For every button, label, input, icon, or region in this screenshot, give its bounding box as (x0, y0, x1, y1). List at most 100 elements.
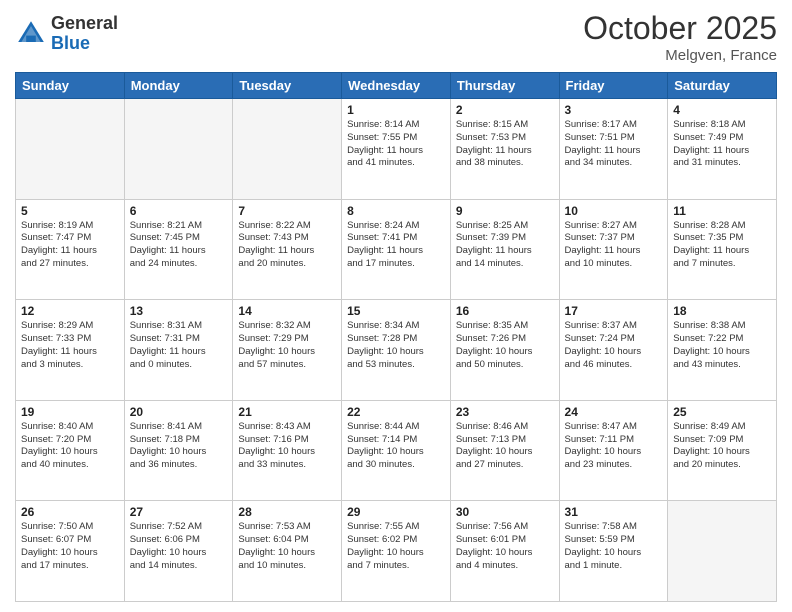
day-cell: 11 Sunrise: 8:28 AM Sunset: 7:35 PM Dayli… (668, 199, 777, 300)
day-number: 26 (21, 505, 119, 519)
day-number: 6 (130, 204, 228, 218)
title-block: October 2025 Melgven, France (583, 10, 777, 64)
day-cell: 4 Sunrise: 8:18 AM Sunset: 7:49 PM Daylig… (668, 99, 777, 200)
day-number: 31 (565, 505, 663, 519)
day-cell (16, 99, 125, 200)
day-info: Sunrise: 8:31 AM Sunset: 7:31 PM Dayligh… (130, 320, 228, 371)
day-number: 15 (347, 304, 445, 318)
day-info: Sunrise: 8:34 AM Sunset: 7:28 PM Dayligh… (347, 320, 445, 371)
day-number: 30 (456, 505, 554, 519)
logo-text: General Blue (51, 14, 118, 54)
day-info: Sunrise: 7:52 AM Sunset: 6:06 PM Dayligh… (130, 521, 228, 572)
day-number: 19 (21, 405, 119, 419)
day-header-tuesday: Tuesday (233, 73, 342, 99)
day-number: 2 (456, 103, 554, 117)
day-number: 5 (21, 204, 119, 218)
day-info: Sunrise: 8:25 AM Sunset: 7:39 PM Dayligh… (456, 220, 554, 271)
day-number: 23 (456, 405, 554, 419)
day-header-wednesday: Wednesday (342, 73, 451, 99)
day-number: 12 (21, 304, 119, 318)
day-number: 4 (673, 103, 771, 117)
day-header-sunday: Sunday (16, 73, 125, 99)
day-info: Sunrise: 8:21 AM Sunset: 7:45 PM Dayligh… (130, 220, 228, 271)
day-number: 18 (673, 304, 771, 318)
day-number: 11 (673, 204, 771, 218)
day-number: 9 (456, 204, 554, 218)
day-cell (124, 99, 233, 200)
day-number: 20 (130, 405, 228, 419)
day-info: Sunrise: 8:22 AM Sunset: 7:43 PM Dayligh… (238, 220, 336, 271)
day-number: 3 (565, 103, 663, 117)
day-number: 8 (347, 204, 445, 218)
day-cell: 12 Sunrise: 8:29 AM Sunset: 7:33 PM Dayli… (16, 300, 125, 401)
day-number: 17 (565, 304, 663, 318)
day-cell: 24 Sunrise: 8:47 AM Sunset: 7:11 PM Dayli… (559, 400, 668, 501)
day-info: Sunrise: 8:27 AM Sunset: 7:37 PM Dayligh… (565, 220, 663, 271)
day-cell: 13Sunrise: 8:31 AM Sunset: 7:31 PM Dayli… (124, 300, 233, 401)
day-number: 28 (238, 505, 336, 519)
logo: General Blue (15, 14, 118, 54)
page: General Blue October 2025 Melgven, Franc… (0, 0, 792, 612)
day-info: Sunrise: 8:17 AM Sunset: 7:51 PM Dayligh… (565, 119, 663, 170)
day-cell: 8 Sunrise: 8:24 AM Sunset: 7:41 PM Daylig… (342, 199, 451, 300)
day-number: 25 (673, 405, 771, 419)
day-cell: 1 Sunrise: 8:14 AM Sunset: 7:55 PM Daylig… (342, 99, 451, 200)
day-info: Sunrise: 7:53 AM Sunset: 6:04 PM Dayligh… (238, 521, 336, 572)
day-number: 24 (565, 405, 663, 419)
week-row-4: 26Sunrise: 7:50 AM Sunset: 6:07 PM Dayli… (16, 501, 777, 602)
day-cell: 17Sunrise: 8:37 AM Sunset: 7:24 PM Dayli… (559, 300, 668, 401)
day-cell: 25 Sunrise: 8:49 AM Sunset: 7:09 PM Dayli… (668, 400, 777, 501)
day-info: Sunrise: 8:29 AM Sunset: 7:33 PM Dayligh… (21, 320, 119, 371)
day-info: Sunrise: 8:38 AM Sunset: 7:22 PM Dayligh… (673, 320, 771, 371)
day-number: 10 (565, 204, 663, 218)
week-row-2: 12 Sunrise: 8:29 AM Sunset: 7:33 PM Dayli… (16, 300, 777, 401)
calendar-table: SundayMondayTuesdayWednesdayThursdayFrid… (15, 72, 777, 602)
day-cell: 29 Sunrise: 7:55 AM Sunset: 6:02 PM Dayli… (342, 501, 451, 602)
day-cell: 6 Sunrise: 8:21 AM Sunset: 7:45 PM Daylig… (124, 199, 233, 300)
day-info: Sunrise: 8:19 AM Sunset: 7:47 PM Dayligh… (21, 220, 119, 271)
day-info: Sunrise: 7:55 AM Sunset: 6:02 PM Dayligh… (347, 521, 445, 572)
day-info: Sunrise: 8:43 AM Sunset: 7:16 PM Dayligh… (238, 421, 336, 472)
day-cell: 5 Sunrise: 8:19 AM Sunset: 7:47 PM Daylig… (16, 199, 125, 300)
day-cell: 2 Sunrise: 8:15 AM Sunset: 7:53 PM Daylig… (450, 99, 559, 200)
day-cell: 14Sunrise: 8:32 AM Sunset: 7:29 PM Dayli… (233, 300, 342, 401)
day-info: Sunrise: 8:47 AM Sunset: 7:11 PM Dayligh… (565, 421, 663, 472)
header: General Blue October 2025 Melgven, Franc… (15, 10, 777, 64)
day-cell (233, 99, 342, 200)
day-cell: 21 Sunrise: 8:43 AM Sunset: 7:16 PM Dayli… (233, 400, 342, 501)
day-info: Sunrise: 8:15 AM Sunset: 7:53 PM Dayligh… (456, 119, 554, 170)
day-cell: 18 Sunrise: 8:38 AM Sunset: 7:22 PM Dayli… (668, 300, 777, 401)
day-cell (668, 501, 777, 602)
day-cell: 31Sunrise: 7:58 AM Sunset: 5:59 PM Dayli… (559, 501, 668, 602)
day-cell: 9 Sunrise: 8:25 AM Sunset: 7:39 PM Daylig… (450, 199, 559, 300)
day-header-monday: Monday (124, 73, 233, 99)
location: Melgven, France (583, 47, 777, 64)
day-number: 1 (347, 103, 445, 117)
day-info: Sunrise: 8:32 AM Sunset: 7:29 PM Dayligh… (238, 320, 336, 371)
day-info: Sunrise: 8:49 AM Sunset: 7:09 PM Dayligh… (673, 421, 771, 472)
day-cell: 20Sunrise: 8:41 AM Sunset: 7:18 PM Dayli… (124, 400, 233, 501)
day-cell: 30 Sunrise: 7:56 AM Sunset: 6:01 PM Dayli… (450, 501, 559, 602)
logo-general-text: General (51, 14, 118, 34)
day-cell: 19 Sunrise: 8:40 AM Sunset: 7:20 PM Dayli… (16, 400, 125, 501)
day-number: 29 (347, 505, 445, 519)
day-header-thursday: Thursday (450, 73, 559, 99)
day-info: Sunrise: 8:14 AM Sunset: 7:55 PM Dayligh… (347, 119, 445, 170)
day-cell: 27 Sunrise: 7:52 AM Sunset: 6:06 PM Dayli… (124, 501, 233, 602)
day-cell: 22 Sunrise: 8:44 AM Sunset: 7:14 PM Dayli… (342, 400, 451, 501)
day-cell: 3 Sunrise: 8:17 AM Sunset: 7:51 PM Daylig… (559, 99, 668, 200)
day-info: Sunrise: 7:56 AM Sunset: 6:01 PM Dayligh… (456, 521, 554, 572)
calendar-header-row: SundayMondayTuesdayWednesdayThursdayFrid… (16, 73, 777, 99)
day-number: 22 (347, 405, 445, 419)
day-info: Sunrise: 8:40 AM Sunset: 7:20 PM Dayligh… (21, 421, 119, 472)
day-info: Sunrise: 8:24 AM Sunset: 7:41 PM Dayligh… (347, 220, 445, 271)
day-header-saturday: Saturday (668, 73, 777, 99)
day-number: 27 (130, 505, 228, 519)
day-info: Sunrise: 8:28 AM Sunset: 7:35 PM Dayligh… (673, 220, 771, 271)
day-number: 16 (456, 304, 554, 318)
day-info: Sunrise: 8:18 AM Sunset: 7:49 PM Dayligh… (673, 119, 771, 170)
week-row-1: 5 Sunrise: 8:19 AM Sunset: 7:47 PM Daylig… (16, 199, 777, 300)
day-number: 21 (238, 405, 336, 419)
day-cell: 7Sunrise: 8:22 AM Sunset: 7:43 PM Daylig… (233, 199, 342, 300)
day-info: Sunrise: 8:44 AM Sunset: 7:14 PM Dayligh… (347, 421, 445, 472)
